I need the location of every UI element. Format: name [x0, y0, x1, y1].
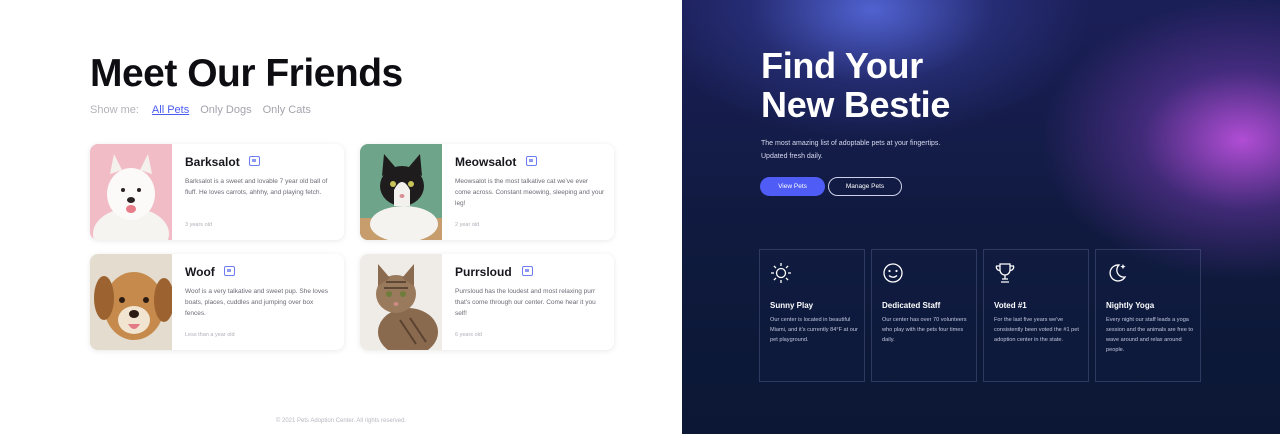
pet-age: 3 years old — [185, 222, 212, 228]
view-pets-button[interactable]: View Pets — [760, 177, 825, 196]
feature-title: Nightly Yoga — [1106, 301, 1155, 310]
pets-list-panel: Meet Our Friends Show me: All Pets Only … — [0, 0, 682, 434]
footer-copyright: © 2021 Pets Adoption Center. All rights … — [275, 418, 407, 424]
pet-photo — [360, 254, 442, 350]
pet-photo — [360, 144, 442, 240]
photo-icon[interactable] — [224, 266, 235, 276]
feature-description: For the last five years we've consistent… — [994, 317, 1079, 343]
pet-name: Purrsloud — [455, 265, 512, 279]
feature-card-nightly-yoga: Nightly Yoga Every night our staff leads… — [1095, 249, 1201, 382]
feature-title: Voted #1 — [994, 301, 1027, 310]
filter-all-pets[interactable]: All Pets — [152, 104, 189, 116]
feature-description: Our center is located in beautiful Miami… — [770, 317, 858, 343]
pet-card-woof[interactable]: Woof Woof is a very talkative and sweet … — [90, 254, 344, 350]
pet-card-purrsloud[interactable]: Purrsloud Purrsloud has the loudest and … — [360, 254, 614, 350]
manage-pets-button[interactable]: Manage Pets — [828, 177, 902, 196]
moon-icon — [1109, 264, 1127, 282]
pet-description: Woof is a very talkative and sweet pup. … — [185, 288, 328, 317]
smiley-icon — [883, 263, 903, 283]
hero-title: Find Your New Bestie — [761, 46, 950, 124]
pet-age: 6 years old — [455, 332, 482, 338]
pet-description: Barksalot is a sweet and lovable 7 year … — [185, 178, 328, 196]
pet-age: 2 year old — [455, 222, 480, 228]
feature-card-voted-1: Voted #1 For the last five years we've c… — [983, 249, 1089, 382]
filter-only-dogs[interactable]: Only Dogs — [200, 104, 251, 116]
pet-name: Woof — [185, 265, 215, 279]
filter-only-cats[interactable]: Only Cats — [263, 104, 311, 116]
pet-photo — [90, 144, 172, 240]
photo-icon[interactable] — [249, 156, 260, 166]
feature-description: Every night our staff leads a yoga sessi… — [1106, 317, 1194, 353]
feature-card-sunny-play: Sunny Play Our center is located in beau… — [759, 249, 865, 382]
hero-panel: Find Your New Bestie The most amazing li… — [682, 0, 1280, 434]
trophy-icon — [995, 263, 1015, 283]
pet-card-barksalot[interactable]: Barksalot Barksalot is a sweet and lovab… — [90, 144, 344, 240]
feature-title: Dedicated Staff — [882, 301, 941, 310]
page-title: Meet Our Friends — [90, 52, 403, 95]
pet-photo — [90, 254, 172, 350]
photo-icon[interactable] — [522, 266, 533, 276]
filter-label: Show me: — [90, 104, 139, 116]
feature-description: Our center has over 70 volunteers who pl… — [882, 317, 967, 343]
pet-description: Purrsloud has the loudest and most relax… — [455, 288, 596, 317]
feature-card-dedicated-staff: Dedicated Staff Our center has over 70 v… — [871, 249, 977, 382]
hero-title-line-2: New Bestie — [761, 84, 951, 125]
filter-bar: Show me: All Pets Only Dogs Only Cats — [90, 104, 311, 116]
pet-card-meowsalot[interactable]: Meowsalot Meowsalot is the most talkativ… — [360, 144, 614, 240]
hero-subtitle: The most amazing list of adoptable pets … — [761, 140, 941, 160]
pet-age: Less than a year old — [185, 332, 235, 338]
feature-title: Sunny Play — [770, 301, 814, 310]
photo-icon[interactable] — [526, 156, 537, 166]
pet-description: Meowsalot is the most talkative cat we'v… — [455, 178, 605, 207]
sun-icon — [771, 263, 791, 283]
hero-title-line-1: Find Your — [761, 45, 923, 86]
pet-name: Meowsalot — [455, 155, 517, 169]
pet-name: Barksalot — [185, 155, 240, 169]
